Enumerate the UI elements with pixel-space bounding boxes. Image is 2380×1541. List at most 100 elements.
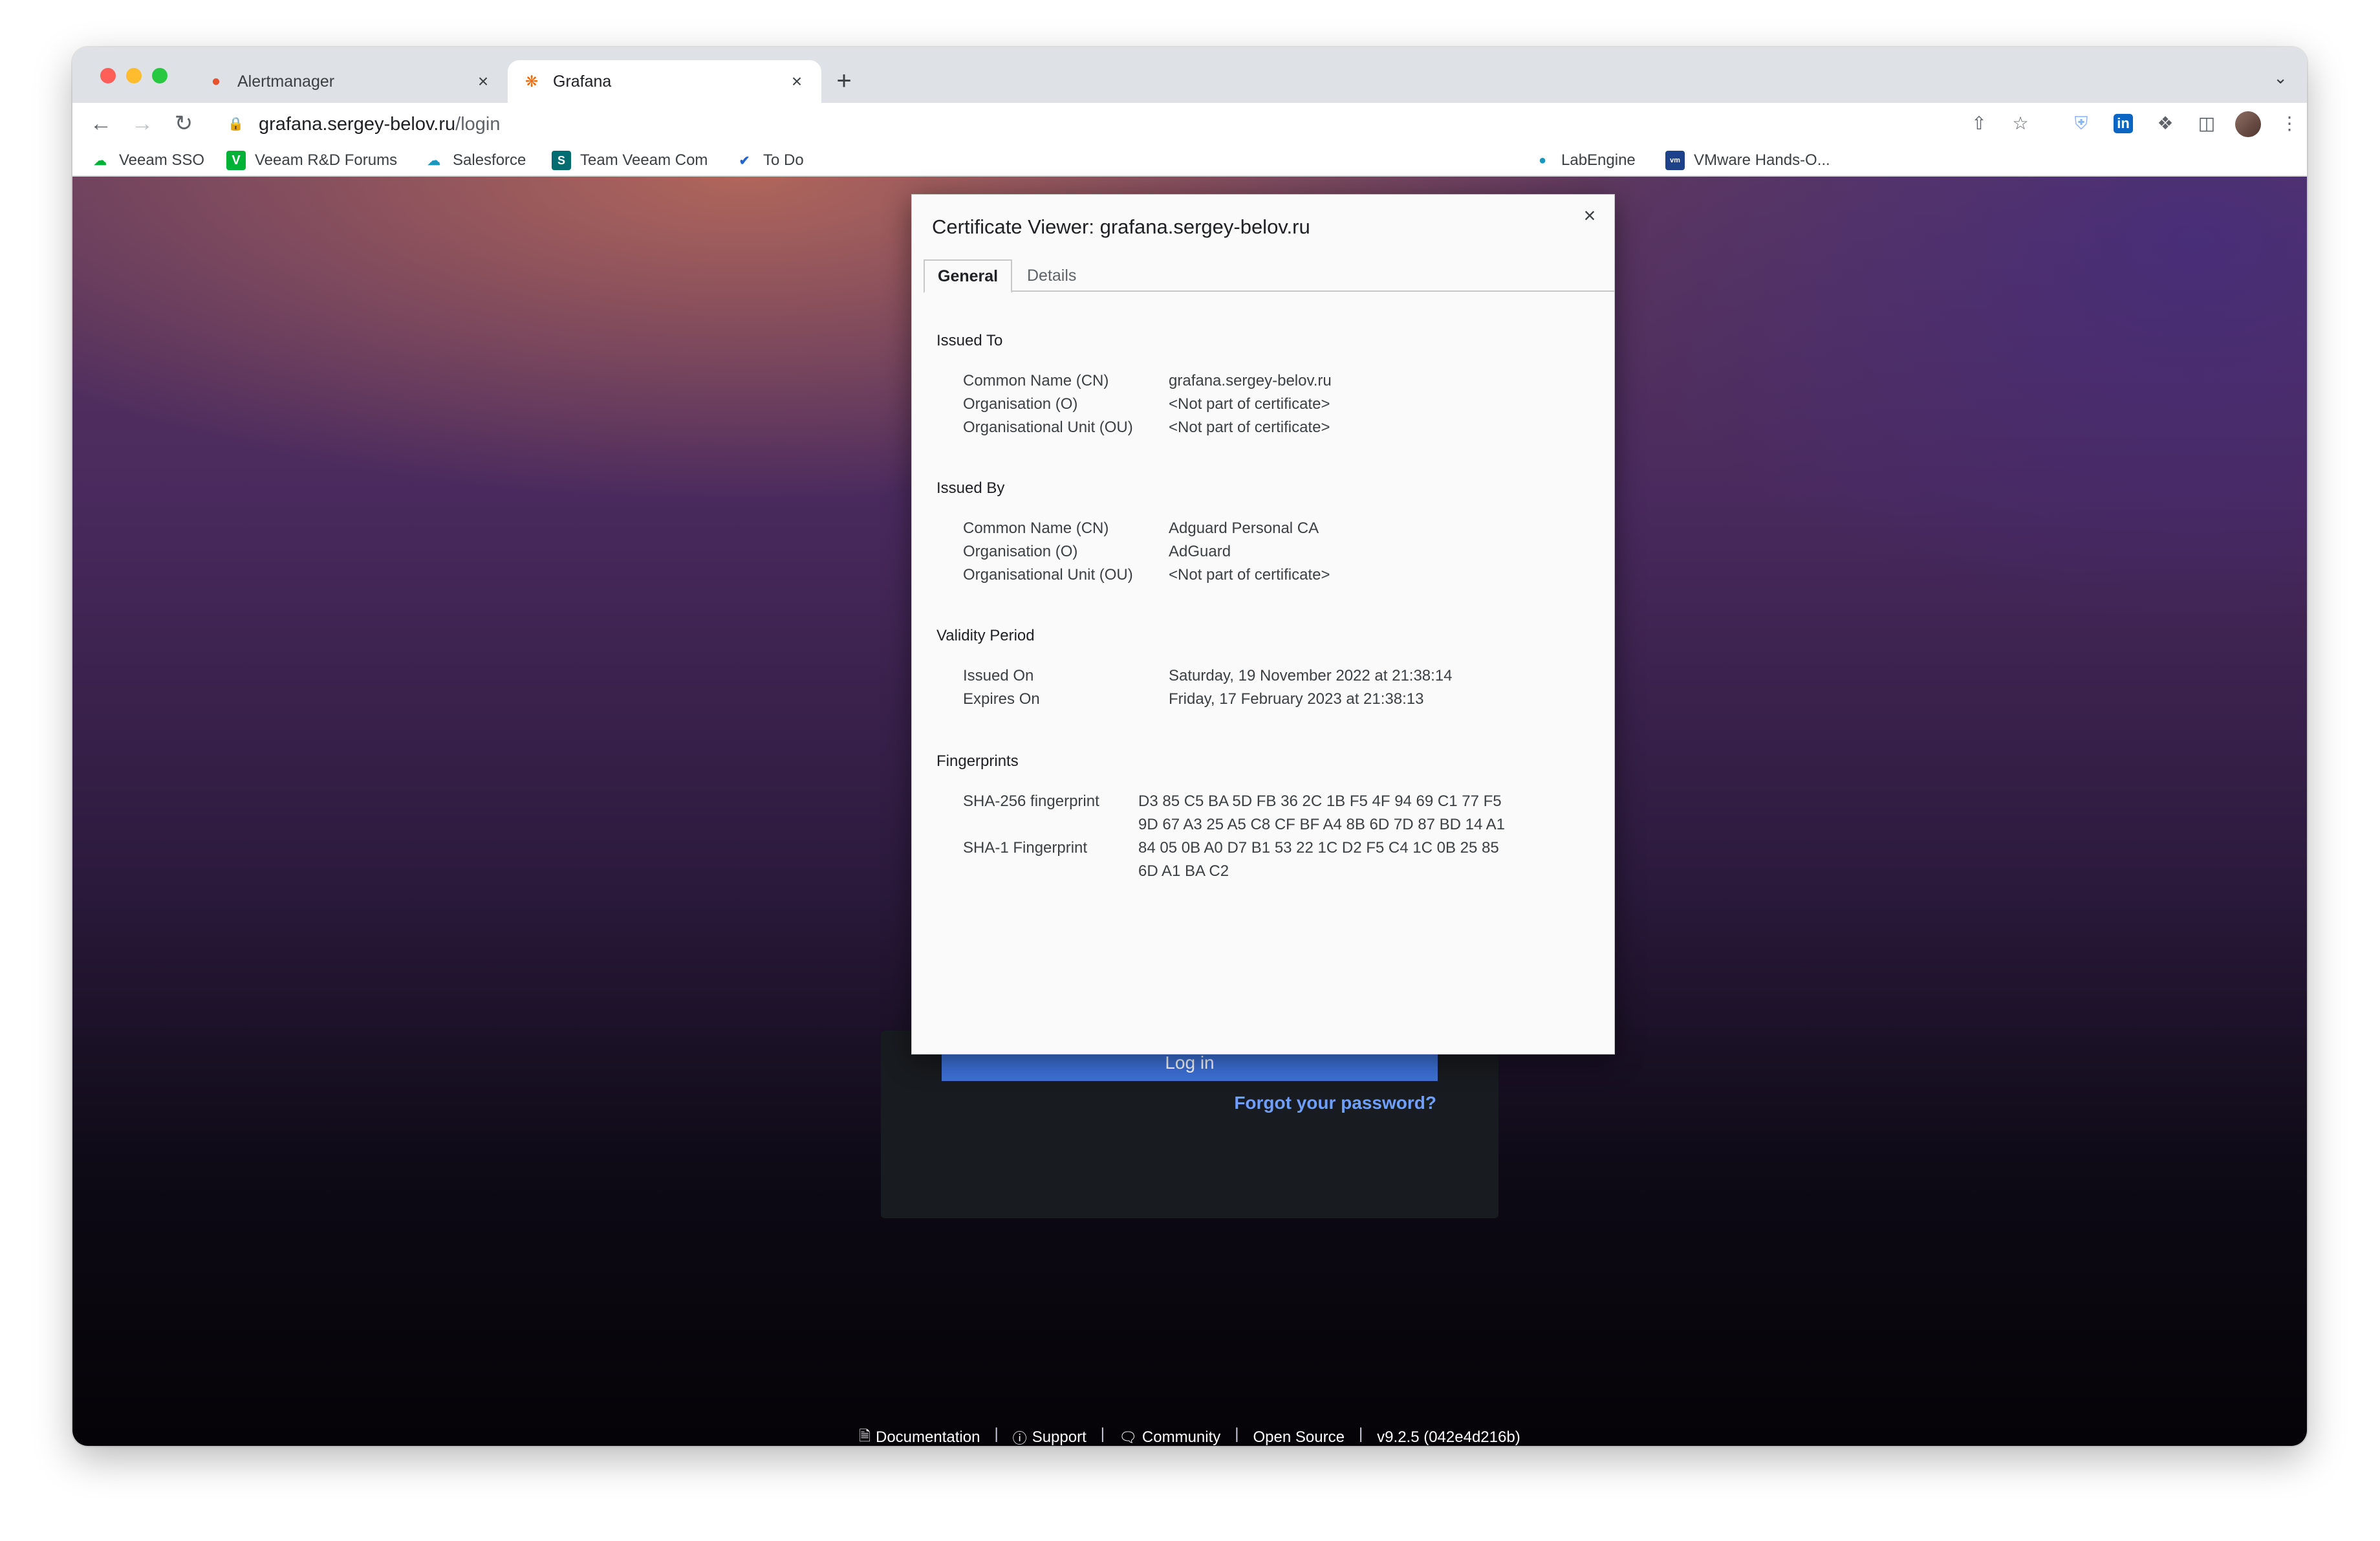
issued-by-heading: Issued By — [936, 479, 1005, 497]
separator: | — [1100, 1425, 1105, 1443]
bookmark-label: To Do — [763, 151, 804, 169]
close-window-button[interactable] — [100, 68, 116, 83]
footer-support-link[interactable]: ⓘ Support — [1013, 1425, 1087, 1446]
forgot-password-link[interactable]: Forgot your password? — [1234, 1093, 1436, 1113]
checkmark-icon: ✔ — [739, 153, 750, 168]
new-tab-button[interactable]: + — [829, 67, 859, 96]
sha256-value-line2: 9D 67 A3 25 A5 C8 CF BF A4 8B 6D 7D 87 B… — [1138, 816, 1505, 833]
bookmark-team-veeam[interactable]: S Team Veeam Com — [552, 148, 708, 173]
bookmark-label: Salesforce — [453, 151, 526, 169]
question-circle-icon: ⓘ — [1012, 1430, 1027, 1446]
sha1-value-line2: 6D A1 BA C2 — [1138, 862, 1229, 880]
close-tab-icon[interactable]: × — [786, 71, 807, 92]
page-footer: 🗎 Documentation | ⓘ Support | 🗨 Communit… — [72, 1425, 2307, 1446]
bookmark-label: LabEngine — [1561, 151, 1636, 169]
shield-extension-icon[interactable]: ⛨ — [2070, 112, 2093, 135]
separator: | — [1235, 1425, 1239, 1443]
zoom-window-button[interactable] — [152, 68, 168, 83]
footer-open-source-link[interactable]: Open Source — [1253, 1425, 1345, 1446]
tab-grafana[interactable]: ❋ Grafana × — [508, 60, 821, 103]
linkedin-icon[interactable]: in — [2114, 114, 2133, 133]
tab-details[interactable]: Details — [1014, 259, 1089, 292]
bookmark-label: Team Veeam Com — [580, 151, 708, 169]
browser-window: ● Alertmanager × ❋ Grafana × + ⌄ ← → ↻ 🔒… — [72, 47, 2307, 1446]
veeam-v-icon: V — [226, 151, 246, 170]
sha256-value-line1: D3 85 C5 BA 5D FB 36 2C 1B F5 4F 94 69 C… — [1138, 792, 1502, 810]
tab-general[interactable]: General — [924, 259, 1013, 293]
more-menu-icon[interactable]: ⋮ — [2278, 112, 2301, 135]
tab-title: Grafana — [553, 72, 612, 91]
share-icon[interactable]: ⇧ — [1967, 112, 1991, 135]
issued-to-ou-value: <Not part of certificate> — [1169, 419, 1330, 436]
footer-documentation-link[interactable]: 🗎 Documentation — [859, 1425, 980, 1446]
footer-label: Support — [1032, 1428, 1087, 1446]
separator: | — [994, 1425, 999, 1443]
sha256-label: SHA-256 fingerprint — [963, 792, 1099, 810]
issued-on-label: Issued On — [963, 667, 1034, 684]
expires-on-value: Friday, 17 February 2023 at 21:38:13 — [1169, 690, 1424, 708]
tab-search-chevron-icon[interactable]: ⌄ — [2273, 68, 2288, 88]
reload-icon[interactable]: ↻ — [169, 109, 198, 138]
tab-title: Alertmanager — [237, 72, 335, 91]
bookmark-label: VMware Hands-O... — [1694, 151, 1830, 169]
footer-community-link[interactable]: 🗨 Community — [1119, 1425, 1220, 1446]
footer-label: Open Source — [1253, 1428, 1345, 1446]
dialog-tabs: General Details — [924, 259, 1614, 293]
profile-avatar[interactable] — [2235, 111, 2261, 137]
issued-by-ou-label: Organisational Unit (OU) — [963, 566, 1133, 584]
minimize-window-button[interactable] — [126, 68, 142, 83]
issued-by-ou-value: <Not part of certificate> — [1169, 566, 1330, 584]
footer-label: Community — [1141, 1428, 1221, 1446]
bookmark-label: Veeam SSO — [119, 151, 205, 169]
url-text: grafana.sergey-belov.ru/login — [259, 114, 500, 135]
issued-by-cn-value: Adguard Personal CA — [1169, 519, 1319, 537]
address-bar[interactable]: 🔒 grafana.sergey-belov.ru/login — [216, 108, 1975, 140]
extensions-puzzle-icon[interactable]: ❖ — [2154, 112, 2177, 135]
tab-alertmanager[interactable]: ● Alertmanager × — [192, 60, 508, 103]
bookmark-labengine[interactable]: ● LabEngine — [1533, 148, 1636, 173]
dialog-title: Certificate Viewer: grafana.sergey-belov… — [932, 215, 1310, 238]
bookmark-star-icon[interactable]: ☆ — [2009, 112, 2032, 135]
issued-to-ou-label: Organisational Unit (OU) — [963, 419, 1133, 436]
issued-to-heading: Issued To — [936, 332, 1003, 349]
sha1-value-line1: 84 05 0B A0 D7 B1 53 22 1C D2 F5 C4 1C 0… — [1138, 839, 1499, 857]
footer-version[interactable]: v9.2.5 (042e4d216b) — [1377, 1425, 1520, 1446]
tab-strip: ● Alertmanager × ❋ Grafana × + ⌄ — [72, 47, 2307, 103]
fingerprints-heading: Fingerprints — [936, 752, 1019, 770]
sharepoint-icon: S — [552, 151, 571, 170]
bookmark-salesforce[interactable]: ☁ Salesforce — [424, 148, 526, 173]
bookmark-label: Veeam R&D Forums — [255, 151, 398, 169]
labengine-icon: ● — [1538, 153, 1547, 168]
issued-to-cn-label: Common Name (CN) — [963, 372, 1109, 389]
bookmark-vmware[interactable]: vm VMware Hands-O... — [1665, 148, 1830, 173]
back-arrow-icon[interactable]: ← — [87, 109, 115, 138]
lock-icon[interactable]: 🔒 — [228, 116, 244, 133]
issued-to-cn-value: grafana.sergey-belov.ru — [1169, 372, 1332, 389]
certificate-viewer-dialog: Certificate Viewer: grafana.sergey-belov… — [911, 194, 1615, 1055]
issued-to-o-value: <Not part of certificate> — [1169, 395, 1330, 413]
separator: | — [1358, 1425, 1363, 1443]
sha1-label: SHA-1 Fingerprint — [963, 839, 1088, 857]
login-card: Log in Forgot your password? — [881, 1031, 1498, 1218]
issued-by-o-value: AdGuard — [1169, 543, 1231, 560]
footer-label: Documentation — [876, 1428, 980, 1446]
comments-icon: 🗨 — [1118, 1429, 1137, 1445]
salesforce-cloud-icon: ☁ — [427, 153, 440, 168]
issued-by-o-label: Organisation (O) — [963, 543, 1078, 560]
bookmark-to-do[interactable]: ✔ To Do — [735, 148, 804, 173]
toolbar: ← → ↻ 🔒 grafana.sergey-belov.ru/login ⇧ … — [72, 103, 2307, 144]
close-icon[interactable]: × — [1575, 201, 1604, 230]
issued-to-o-label: Organisation (O) — [963, 395, 1078, 413]
document-icon: 🗎 — [859, 1428, 871, 1444]
url-path: /login — [455, 113, 501, 135]
side-panel-icon[interactable]: ◫ — [2195, 112, 2218, 135]
bookmark-veeam-sso[interactable]: ☁ Veeam SSO — [91, 148, 204, 173]
url-host: grafana.sergey-belov.ru — [259, 113, 456, 135]
validity-heading: Validity Period — [936, 627, 1035, 644]
cloud-icon: ☁ — [94, 153, 107, 168]
footer-label: v9.2.5 (042e4d216b) — [1377, 1428, 1520, 1446]
close-tab-icon[interactable]: × — [473, 71, 493, 92]
forward-arrow-icon[interactable]: → — [128, 109, 157, 138]
bookmark-veeam-forums[interactable]: V Veeam R&D Forums — [226, 148, 397, 173]
grafana-icon: ❋ — [525, 72, 539, 91]
